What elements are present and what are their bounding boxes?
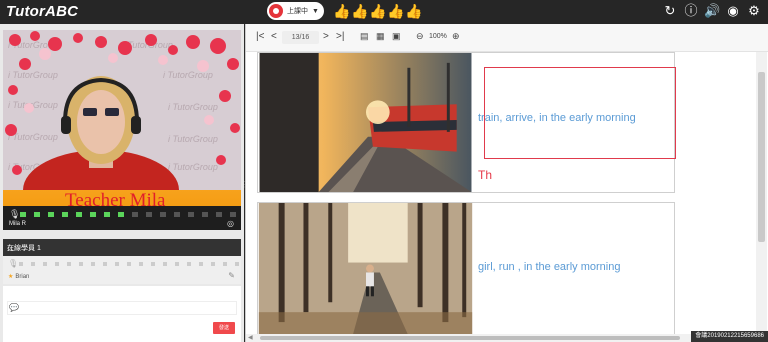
- audio-level-segment: [118, 212, 124, 217]
- thumbs-up-icon[interactable]: 👍: [351, 3, 368, 19]
- camera-icon[interactable]: ◎: [227, 220, 235, 228]
- teacher-video-bar: 🎙 Mila R ◎: [3, 206, 241, 230]
- class-status-dropdown[interactable]: 上課中 ▼: [267, 2, 324, 20]
- train-photo: [259, 53, 472, 192]
- audio-level-meter: [20, 212, 236, 217]
- thumbs-up-icon[interactable]: 👍: [405, 3, 422, 19]
- slide-train: train, arrive, in the early morning Th: [257, 52, 676, 193]
- info-icon[interactable]: ⓘ: [683, 3, 699, 19]
- document-viewer: |< < 13/16 > >| ▤ ▦ ▣ ⊖ 100% ⊕ train, ar…: [245, 24, 768, 342]
- pen-off-icon[interactable]: ✎: [228, 271, 235, 280]
- save-icon[interactable]: ▣: [392, 31, 401, 42]
- student-audio-level: [19, 262, 251, 266]
- next-page-icon[interactable]: >: [323, 31, 329, 42]
- teacher-video: i TutorGroup i TutorGroup i TutorGroup i T…: [3, 30, 241, 208]
- svg-text:i TutorGroup: i TutorGroup: [168, 102, 218, 112]
- document-toolbar: |< < 13/16 > >| ▤ ▦ ▣ ⊖ 100% ⊕: [246, 24, 768, 52]
- svg-text:i TutorGroup: i TutorGroup: [168, 134, 218, 144]
- webcam-icon[interactable]: ◉: [725, 3, 741, 19]
- last-page-icon[interactable]: >|: [336, 31, 344, 42]
- left-panel: i TutorGroup i TutorGroup i TutorGroup i T…: [0, 24, 251, 342]
- svg-text:i TutorGroup: i TutorGroup: [8, 70, 58, 80]
- emoji-icon[interactable]: 💬: [9, 303, 19, 312]
- slide-caption-runner: girl, run , in the early morning: [478, 261, 621, 273]
- audio-level-segment: [202, 212, 208, 217]
- chevron-up-icon[interactable]: ︿: [7, 243, 237, 253]
- student-name: ★ Brian: [8, 273, 29, 280]
- thumbs-up-icon[interactable]: 👍: [387, 3, 404, 19]
- zoom-level: 100%: [429, 33, 447, 40]
- microphone-icon: 🎙: [9, 209, 21, 219]
- volume-icon[interactable]: 🔊: [704, 3, 720, 19]
- class-status-label: 上課中: [287, 8, 308, 15]
- chat-panel: 💬 發送: [3, 286, 241, 342]
- chat-input[interactable]: [7, 301, 237, 315]
- record-icon: [269, 4, 283, 18]
- top-right-tools: ↻ ⓘ 🔊 ◉ ⚙: [662, 3, 762, 19]
- student-row: 🎙 ★ Brian ✎: [3, 256, 251, 284]
- audio-level-segment: [104, 212, 110, 217]
- annotation-rectangle[interactable]: [484, 67, 676, 159]
- microphone-icon: 🎙: [8, 259, 19, 268]
- page-indicator: 13/16: [282, 31, 319, 44]
- student-name-text: Brian: [15, 274, 30, 280]
- session-watermark: 會議20190212215659686: [691, 331, 768, 342]
- scroll-left-icon[interactable]: ◀: [248, 334, 253, 341]
- zoom-in-icon[interactable]: ⊕: [452, 31, 460, 42]
- annotation-text[interactable]: Th: [478, 168, 492, 182]
- classroom-app: TutorABC 上課中 ▼ 👍 👍 👍 👍 👍 ↻ ⓘ 🔊 ◉ ⚙ i Tut…: [0, 0, 768, 342]
- print-icon[interactable]: ▦: [376, 31, 385, 42]
- thumbs-up-icon[interactable]: 👍: [333, 3, 350, 19]
- app-logo: TutorABC: [6, 3, 79, 20]
- audio-level-segment: [174, 212, 180, 217]
- audio-level-segment: [160, 212, 166, 217]
- audio-level-segment: [132, 212, 138, 217]
- slide-runner: girl, run , in the early morning: [257, 202, 675, 334]
- send-button[interactable]: 發送: [213, 322, 235, 334]
- top-bar: TutorABC 上課中 ▼ 👍 👍 👍 👍 👍 ↻ ⓘ 🔊 ◉ ⚙: [0, 0, 768, 24]
- online-students-header[interactable]: 在線學員 1 ︿: [3, 239, 241, 256]
- horizontal-scrollbar[interactable]: ◀: [246, 334, 756, 342]
- audio-level-segment: [146, 212, 152, 217]
- document-icon[interactable]: ▤: [360, 31, 369, 42]
- audio-level-segment: [34, 212, 40, 217]
- audio-level-segment: [188, 212, 194, 217]
- audio-level-segment: [90, 212, 96, 217]
- audio-level-segment: [230, 212, 236, 217]
- audio-level-segment: [76, 212, 82, 217]
- runner-photo: [258, 203, 473, 334]
- slides-canvas: train, arrive, in the early morning Th g…: [246, 52, 756, 334]
- first-page-icon[interactable]: |<: [256, 31, 264, 42]
- chevron-down-icon: ▼: [312, 7, 319, 15]
- audio-level-segment: [62, 212, 68, 217]
- audio-level-segment: [216, 212, 222, 217]
- thumbs-up-group: 👍 👍 👍 👍 👍: [333, 3, 422, 19]
- prev-page-icon[interactable]: <: [271, 31, 277, 42]
- thumbs-up-icon[interactable]: 👍: [369, 3, 386, 19]
- teacher-name: Mila R: [9, 221, 27, 227]
- vertical-scrollbar[interactable]: [756, 52, 767, 334]
- audio-level-segment: [48, 212, 54, 217]
- teacher-video-frame: i TutorGroup i TutorGroup i TutorGroup i T…: [3, 30, 241, 208]
- zoom-out-icon[interactable]: ⊖: [416, 31, 424, 42]
- svg-text:i TutorGroup: i TutorGroup: [168, 162, 218, 172]
- star-icon: ★: [8, 274, 14, 280]
- audio-level-segment: [20, 212, 26, 217]
- gear-icon[interactable]: ⚙: [746, 3, 762, 19]
- refresh-icon[interactable]: ↻: [662, 3, 678, 19]
